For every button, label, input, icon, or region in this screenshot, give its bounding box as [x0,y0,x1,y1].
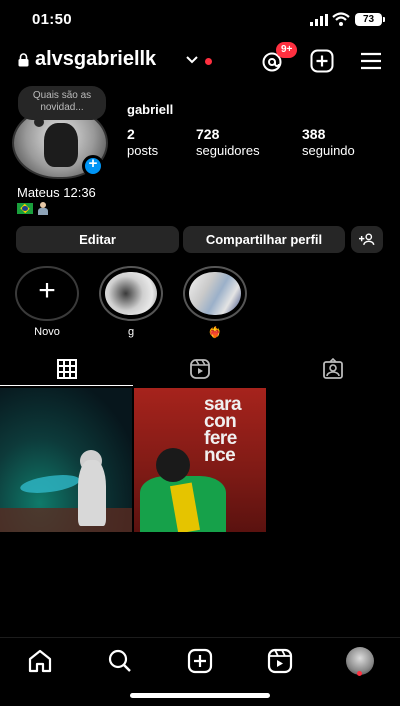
unread-dot [357,671,362,676]
stat-label: seguindo [302,143,355,158]
search-icon[interactable] [107,648,133,674]
highlight-label: Novo [34,326,60,338]
status-bar: 01:50 73 [0,0,400,40]
bottom-navigation [0,637,400,683]
post-image-detail [0,508,132,532]
display-name: gabriell [127,102,174,117]
highlight-label: ❤️‍🔥 [208,327,222,339]
battery-indicator: 73 [355,13,385,26]
home-indicator [130,693,270,698]
account-switcher[interactable]: alvsgabriellk [35,48,156,71]
cellular-signal-icon [310,14,328,26]
profile-header: alvsgabriellk 9+ [0,42,400,76]
stat-label: seguidores [196,143,260,158]
person-emoji-icon [37,202,49,216]
stat-value: 388 [302,126,326,142]
post-image-detail [19,471,81,497]
highlight-cover [189,272,241,315]
plus-icon: + [38,274,56,307]
notification-badge: 9+ [276,42,298,58]
tagged-icon[interactable] [322,358,344,380]
post-thumbnail[interactable]: sara con fere nce [134,388,266,532]
stat-followers[interactable]: 728 seguidores [196,126,260,158]
create-post-icon[interactable] [310,49,334,73]
bio-emojis [17,201,49,216]
highlight-cover [105,272,157,315]
grid-icon[interactable] [56,358,78,380]
add-user-icon [359,233,375,245]
active-tab-indicator [0,385,133,386]
plus-icon: + [88,155,98,172]
highlight-label: g [127,326,135,338]
home-icon[interactable] [27,648,53,674]
post-thumbnail[interactable] [0,388,132,532]
highlight-item[interactable]: g [98,266,164,338]
edit-profile-button[interactable]: Editar [16,226,179,253]
create-icon[interactable] [187,648,213,674]
stat-value: 2 [127,126,135,142]
brazil-flag-icon [17,203,33,215]
reels-nav-icon[interactable] [267,648,293,674]
reels-icon[interactable] [189,358,211,380]
discover-people-button[interactable] [351,226,383,253]
post-image-detail [156,448,190,482]
lock-icon [18,53,29,67]
post-image-detail [140,476,226,532]
highlight-new[interactable]: + Novo [14,266,80,338]
stat-value: 728 [196,126,220,142]
add-story-button[interactable]: + [82,155,104,177]
profile-tabs [0,352,400,388]
highlight-ring [99,266,163,321]
highlight-ring [183,266,247,321]
stat-following[interactable]: 388 seguindo [302,126,355,158]
post-image-detail [78,460,106,526]
stat-posts[interactable]: 2 posts [127,126,158,158]
chevron-down-icon[interactable] [186,55,198,65]
stat-label: posts [127,143,159,158]
share-profile-button[interactable]: Compartilhar perfil [183,226,345,253]
highlight-ring: + [15,266,79,321]
note-bubble[interactable]: Quais são as novidad... [18,86,106,127]
status-time: 01:50 [32,11,72,28]
highlight-item[interactable]: ❤️‍🔥 [182,266,248,339]
menu-icon[interactable] [360,52,382,70]
wifi-icon [332,12,350,26]
avatar-photo [44,123,78,167]
bio-line: Mateus 12:36 [17,185,96,200]
unread-dot [205,58,212,65]
post-sign-text: sara con fere nce [204,394,242,466]
